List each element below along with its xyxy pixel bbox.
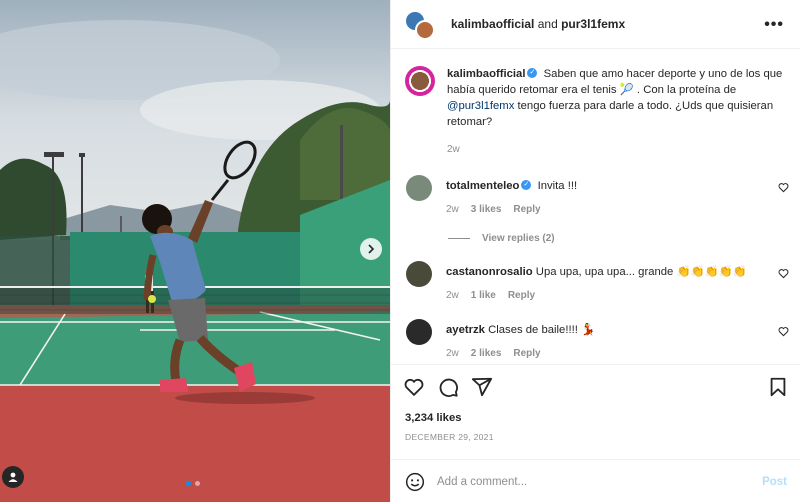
verified-icon: ✓ [527,68,538,79]
user-tag-button[interactable] [2,466,24,488]
view-replies-label: View replies (2) [482,233,555,244]
avatar[interactable] [406,261,432,287]
reply-button[interactable]: Reply [513,348,540,359]
heart-icon[interactable] [778,268,789,279]
comment-username[interactable]: totalmenteleo [446,180,519,192]
reply-button[interactable]: Reply [513,204,540,215]
post-header: kalimbaofficial and pur3l1femx ••• [391,0,800,49]
post-side-panel: kalimbaofficial and pur3l1femx ••• kalim… [390,0,800,502]
authors-conjunction: and [537,17,558,31]
avatar[interactable] [406,175,432,201]
add-comment-bar: Post [391,459,800,502]
comment-text: Upa upa, upa upa... grande [535,266,674,278]
comment-likes[interactable]: 2 likes [471,348,502,359]
carousel-indicator [186,481,200,486]
likes-count[interactable]: 3,234 likes [391,409,800,424]
author-username[interactable]: kalimbaofficial [451,17,534,31]
avatar [415,20,435,40]
avatar[interactable] [406,319,432,345]
comment-item: totalmenteleo ✓ Invita !!! 2w 3 likes Rep… [391,175,800,215]
carousel-dot-2 [195,481,200,486]
comment-input[interactable] [437,475,763,488]
carousel-next-button[interactable] [360,238,382,260]
divider [448,238,470,239]
comment-item: castanonrosalio Upa upa, upa upa... gran… [391,261,800,301]
chevron-right-icon [368,244,375,254]
bookmark-icon[interactable] [767,376,789,398]
more-icon: ••• [764,16,784,33]
post-comment-button[interactable]: Post [762,476,787,488]
heart-icon[interactable] [778,182,789,193]
avatar[interactable] [405,66,435,96]
comment-text: Clases de baile!!!! [488,324,578,336]
post-authors: kalimbaofficial and pur3l1femx [451,17,625,31]
comment-username[interactable]: ayetrzk [446,324,485,336]
more-options-button[interactable]: ••• [764,16,784,34]
reply-button[interactable]: Reply [508,290,535,301]
carousel-dot-1 [186,481,191,486]
caption-text: kalimbaofficial ✓ Saben que amo hacer dep… [447,66,787,130]
comment-emoji: 👏👏👏👏👏 [676,266,747,278]
comment-emoji: 💃 [581,324,596,336]
view-replies-button[interactable]: View replies (2) [448,233,800,244]
post-footer: 3,234 likes DECEMBER 29, 2021 Post [391,364,800,491]
caption-username[interactable]: kalimbaofficial [447,68,525,80]
comment-likes[interactable]: 1 like [471,290,496,301]
heart-icon[interactable] [403,376,425,398]
collab-avatars[interactable] [405,8,439,40]
action-bar [391,365,800,409]
comment-likes[interactable]: 3 likes [471,204,502,215]
comment-username[interactable]: castanonrosalio [446,266,533,278]
post-photo[interactable] [0,0,390,502]
comment-time: 2w [446,204,459,215]
tennis-photo [0,0,390,502]
collaborator-username[interactable]: pur3l1femx [561,17,625,31]
comments-list: kalimbaofficial ✓ Saben que amo hacer dep… [391,50,800,364]
caption-mention[interactable]: @pur3l1femx [447,100,514,112]
verified-icon: ✓ [521,180,532,191]
comment-item: ayetrzk Clases de baile!!!! 💃 2w 2 likes… [391,319,800,359]
heart-icon[interactable] [778,326,789,337]
comment-time: 2w [446,348,459,359]
caption-timestamp: 2w [447,144,460,155]
caption-text-part: . Con la proteína de [636,84,737,96]
tennis-emoji: 🎾 [619,84,634,96]
share-icon[interactable] [471,376,493,398]
comment-text: Invita !!! [537,180,578,192]
post-caption: kalimbaofficial ✓ Saben que amo hacer dep… [391,50,800,130]
post-date: DECEMBER 29, 2021 [405,432,494,442]
emoji-icon[interactable] [405,472,425,492]
comment-time: 2w [446,290,459,301]
user-tag-icon [8,472,18,482]
comment-icon[interactable] [437,376,459,398]
